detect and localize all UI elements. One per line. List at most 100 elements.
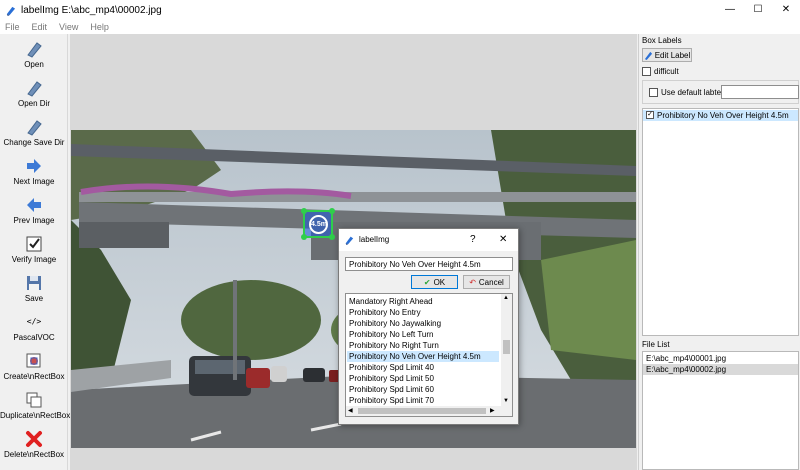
change-save-dir-button[interactable]: Change Save Dir xyxy=(0,118,68,147)
list-horizontal-scrollbar[interactable]: ◀ ▶ xyxy=(346,406,512,416)
pencil-icon xyxy=(644,51,652,60)
prev-image-button[interactable]: Prev Image xyxy=(0,196,68,225)
scroll-right-icon[interactable]: ▶ xyxy=(490,407,495,414)
label-options-list[interactable]: Mandatory Right Ahead Prohibitory No Ent… xyxy=(345,293,513,417)
label-list-item-text: Prohibitory No Veh Over Height 4.5m xyxy=(657,111,789,120)
difficult-checkbox[interactable] xyxy=(642,67,651,76)
right-dock: Box Labels Edit Label difficult Use defa… xyxy=(638,34,800,470)
bbox-handle-top-left[interactable] xyxy=(301,208,307,214)
save-label: Save xyxy=(24,294,44,303)
bbox-handle-bottom-left[interactable] xyxy=(301,234,307,240)
difficult-label: difficult xyxy=(654,67,679,76)
bbox-handle-bottom-right[interactable] xyxy=(329,234,335,240)
menu-view[interactable]: View xyxy=(59,22,78,32)
next-image-label: Next Image xyxy=(13,177,55,186)
ok-button[interactable]: ✔ OK xyxy=(411,275,458,289)
next-image-button[interactable]: Next Image xyxy=(0,157,68,186)
open-dir-label: Open Dir xyxy=(17,99,50,108)
open-button[interactable]: Open xyxy=(0,40,68,69)
open-dir-icon xyxy=(27,81,42,97)
file-list: E:\abc_mp4\00001.jpg E:\abc_mp4\00002.jp… xyxy=(642,351,799,470)
prev-image-label: Prev Image xyxy=(13,216,55,225)
checkmark-icon: ✔ xyxy=(423,277,431,287)
duplicate-icon xyxy=(26,392,42,408)
bounding-box[interactable]: 4.5m xyxy=(301,208,335,240)
create-rectbox-icon xyxy=(26,353,41,368)
change-save-dir-label: Change Save Dir xyxy=(3,138,65,147)
label-list: ✓ Prohibitory No Veh Over Height 4.5m xyxy=(642,108,799,336)
dialog-help-button[interactable]: ? xyxy=(470,234,476,245)
label-option[interactable]: Prohibitory Spd Limit 70 xyxy=(349,395,434,406)
open-label: Open xyxy=(24,60,44,69)
edit-label-text: Edit Label xyxy=(654,50,691,60)
verify-icon xyxy=(26,236,42,252)
pascalvoc-label: PascalVOC xyxy=(13,333,55,342)
next-arrow-icon xyxy=(27,159,41,173)
cancel-button[interactable]: ↶ Cancel xyxy=(463,275,510,289)
create-rectbox-button[interactable]: Create\nRectBox xyxy=(0,352,68,381)
label-option[interactable]: Prohibitory Spd Limit 50 xyxy=(349,373,434,384)
menu-bar: File Edit View Help xyxy=(0,20,800,34)
change-save-dir-icon xyxy=(27,120,42,136)
left-toolbar: Open Open Dir Change Save Dir Next Image… xyxy=(0,34,70,470)
label-option[interactable]: Prohibitory No Jaywalking xyxy=(349,318,441,329)
label-option[interactable]: Prohibitory No Right Turn xyxy=(349,340,439,351)
use-default-label-text: Use default labtel xyxy=(661,88,723,97)
scroll-down-icon[interactable]: ▼ xyxy=(503,398,509,404)
floppy-icon xyxy=(27,276,41,290)
label-list-item[interactable]: ✓ Prohibitory No Veh Over Height 4.5m xyxy=(643,110,798,121)
minimize-button[interactable]: — xyxy=(716,0,744,20)
menu-file[interactable]: File xyxy=(5,22,20,32)
default-label-row: Use default labtel xyxy=(642,80,799,104)
title-bar: labelImg E:\abc_mp4\00002.jpg — ☐ ✕ xyxy=(0,0,800,20)
scroll-left-icon[interactable]: ◀ xyxy=(348,407,353,414)
undo-arrow-icon: ↶ xyxy=(469,277,476,287)
scroll-up-icon[interactable]: ▲ xyxy=(503,295,509,301)
open-icon xyxy=(27,42,42,58)
pascalvoc-format-button[interactable]: </> PascalVOC xyxy=(0,313,68,342)
create-rectbox-label: Create\nRectBox xyxy=(3,372,65,381)
bbox-handle-top-right[interactable] xyxy=(329,208,335,214)
height-limit-sign: 4.5m xyxy=(309,215,328,234)
labelimg-app-icon xyxy=(345,236,354,245)
file-list-item-text: E:\abc_mp4\00002.jpg xyxy=(646,365,727,374)
label-visible-checkbox[interactable]: ✓ xyxy=(646,111,654,119)
dialog-title-bar: labelImg ? ✕ xyxy=(339,229,518,251)
dialog-close-button[interactable]: ✕ xyxy=(499,234,507,245)
cancel-button-label: Cancel xyxy=(478,277,504,287)
label-text-input[interactable]: Prohibitory No Veh Over Height 4.5m xyxy=(345,257,513,271)
file-list-item[interactable]: E:\abc_mp4\00001.jpg xyxy=(646,354,726,363)
label-option[interactable]: Prohibitory No Left Turn xyxy=(349,329,433,340)
window-title: labelImg E:\abc_mp4\00002.jpg xyxy=(21,4,162,16)
dialog-title: labelImg xyxy=(359,235,390,244)
default-label-input[interactable] xyxy=(721,85,799,99)
close-window-button[interactable]: ✕ xyxy=(772,0,800,20)
box-labels-title: Box Labels xyxy=(642,36,682,45)
save-button[interactable]: Save xyxy=(0,274,68,303)
label-option[interactable]: Mandatory Right Ahead xyxy=(349,296,433,307)
prev-arrow-icon xyxy=(27,198,41,212)
list-vertical-scrollbar[interactable]: ▲ ▼ xyxy=(501,294,512,406)
horizontal-scroll-thumb[interactable] xyxy=(358,408,486,414)
file-list-title: File List xyxy=(642,340,670,349)
format-code-icon: </> xyxy=(26,317,42,326)
verify-image-label: Verify Image xyxy=(11,255,57,264)
vertical-scroll-thumb[interactable] xyxy=(503,340,510,354)
delete-rectbox-label: Delete\nRectBox xyxy=(3,450,65,459)
label-option[interactable]: Prohibitory No Entry xyxy=(349,307,421,318)
label-option[interactable]: Prohibitory Spd Limit 40 xyxy=(349,362,434,373)
file-list-item-selected[interactable]: E:\abc_mp4\00002.jpg xyxy=(643,364,798,375)
label-option[interactable]: Prohibitory Spd Limit 60 xyxy=(349,384,434,395)
menu-edit[interactable]: Edit xyxy=(32,22,48,32)
duplicate-rectbox-button[interactable]: Duplicate\nRectBox xyxy=(0,391,70,420)
open-dir-button[interactable]: Open Dir xyxy=(0,79,68,108)
use-default-label-checkbox[interactable] xyxy=(649,88,658,97)
edit-label-button[interactable]: Edit Label xyxy=(642,48,692,62)
delete-rectbox-button[interactable]: Delete\nRectBox xyxy=(0,430,68,459)
label-dialog: labelImg ? ✕ Prohibitory No Veh Over Hei… xyxy=(338,228,519,425)
verify-image-button[interactable]: Verify Image xyxy=(0,235,68,264)
menu-help[interactable]: Help xyxy=(90,22,109,32)
label-option-selected[interactable]: Prohibitory No Veh Over Height 4.5m xyxy=(347,351,499,362)
ok-button-label: OK xyxy=(433,277,446,287)
maximize-button[interactable]: ☐ xyxy=(744,0,772,20)
